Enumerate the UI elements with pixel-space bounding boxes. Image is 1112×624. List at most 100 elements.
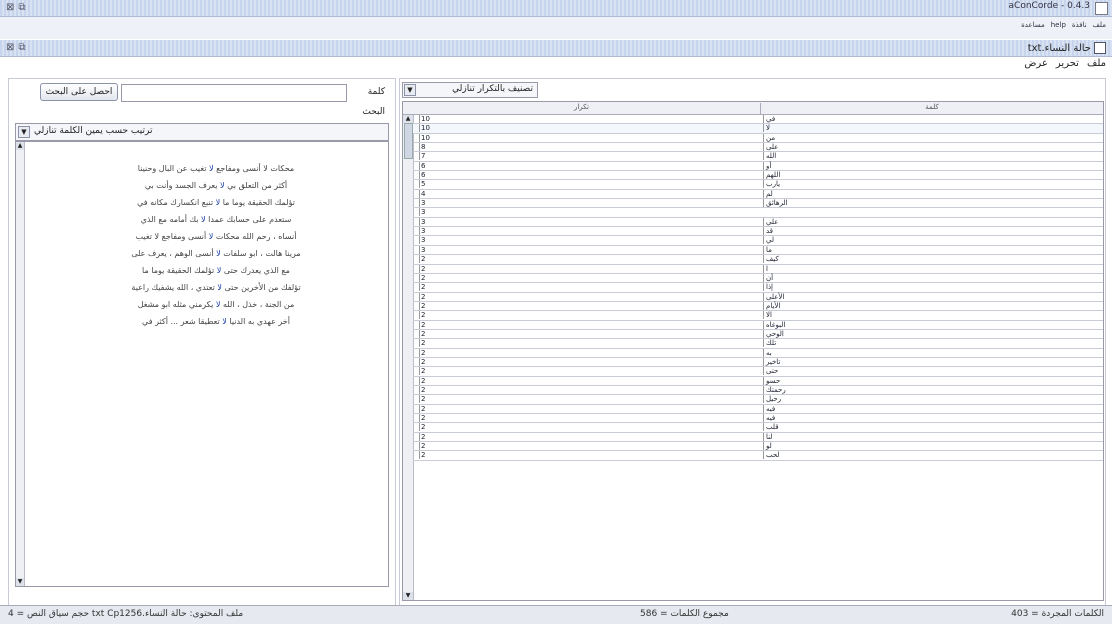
inner-window-checkbox[interactable] xyxy=(1094,42,1106,54)
table-row[interactable]: 2 الا xyxy=(413,311,1103,321)
kwic-left-context: أنسى ومفاجع لا تغيب xyxy=(135,232,207,241)
kwic-line[interactable]: ستعدم على حسابك عمدا لا بك أمامه مع الذي xyxy=(76,215,356,232)
table-row[interactable]: 2 فيه xyxy=(413,404,1103,414)
table-row[interactable]: 2 قلب xyxy=(413,423,1103,433)
table-row[interactable]: 10 في xyxy=(413,115,1103,125)
frequency-cell: 2 xyxy=(419,357,761,366)
table-row[interactable]: 2 الوحي xyxy=(413,329,1103,340)
table-row[interactable]: 2 البوغاه xyxy=(413,320,1103,330)
column-header-frequency[interactable]: تكرار xyxy=(403,103,761,114)
table-row[interactable]: 2 حتى xyxy=(413,367,1103,377)
kwic-left-context: تعطيقا شعر ... أكثر في xyxy=(142,317,220,326)
search-input[interactable] xyxy=(121,84,347,102)
table-row[interactable]: 5 يارب xyxy=(413,180,1103,190)
table-row[interactable]: 2 تاخير xyxy=(413,357,1103,368)
app-menubar: ملف نافذة help مساعدة xyxy=(0,17,1112,39)
table-row[interactable]: 6 أو xyxy=(413,161,1103,172)
table-row[interactable]: 3 قد xyxy=(413,227,1103,237)
table-row[interactable]: 7 الله xyxy=(413,152,1103,162)
frequency-cell: 2 xyxy=(419,367,761,376)
menu-help[interactable]: مساعدة xyxy=(1021,21,1045,29)
table-row[interactable]: 2 لحب xyxy=(413,451,1103,461)
table-row[interactable]: 2 أن xyxy=(413,273,1103,284)
menu-file[interactable]: ملف xyxy=(1093,21,1106,29)
scroll-down-icon[interactable]: ▼ xyxy=(16,578,24,586)
word-cell: الرهائق xyxy=(763,199,1096,208)
table-row[interactable]: 6 اللهم xyxy=(413,171,1103,181)
kwic-line[interactable]: محكات لا أنسى ومفاجع لا تغيب عن البال وح… xyxy=(76,164,356,181)
table-row[interactable]: 2 لنا xyxy=(413,432,1103,443)
chevron-down-icon[interactable]: ▼ xyxy=(18,126,30,138)
menu-help-en[interactable]: help xyxy=(1051,21,1066,29)
close-button[interactable] xyxy=(1095,2,1108,15)
word-cell: البوغاه xyxy=(763,320,1096,329)
frequency-cell: 4 xyxy=(419,189,761,198)
kwic-left-context: تؤلمك الحقيقة يوما ما xyxy=(142,266,215,275)
word-cell: ما xyxy=(763,245,1096,254)
frequency-cell: 7 xyxy=(419,152,761,161)
table-row[interactable]: 2 الأعلى xyxy=(413,292,1103,302)
table-row[interactable]: 2 رحيل xyxy=(413,395,1103,405)
kwic-line[interactable]: تؤلمك الحقيقة يوما ما لا تنبع انكسارك مك… xyxy=(76,198,356,215)
kwic-line[interactable]: أكثر من التعلق بي لا يعرف الجسد وأنت بي xyxy=(76,181,356,198)
kwic-keyword: لا xyxy=(208,164,214,173)
search-button[interactable]: احصل على البحث xyxy=(40,83,118,101)
kwic-right-context: محكات لا أنسى ومفاجع xyxy=(216,164,295,173)
table-row[interactable]: 2 رحمتك xyxy=(413,385,1103,396)
inner-restore-icon[interactable]: ⧉ xyxy=(18,42,25,53)
kwic-line[interactable]: مرينا هالت ، ابو سلفات لا أنسى الوهم ، ي… xyxy=(76,249,356,266)
table-row[interactable]: 3 xyxy=(413,208,1103,218)
kwic-line[interactable]: أخر عهدي به الدنيا لا تعطيقا شعر ... أكث… xyxy=(76,317,356,334)
table-row[interactable]: 2ا xyxy=(413,264,1103,274)
inner-menu-edit[interactable]: تحرير xyxy=(1056,58,1079,69)
table-row[interactable]: 10 من xyxy=(413,133,1103,144)
kwic-scrollbar[interactable]: ▲ ▼ xyxy=(16,142,25,586)
minimize-icon[interactable]: ⊠ xyxy=(6,2,14,13)
word-cell: كيف xyxy=(763,255,1096,264)
window-title: aConCorde - 0.4.3 xyxy=(1008,1,1090,11)
table-row[interactable]: 2 فيه xyxy=(413,414,1103,424)
table-row[interactable]: 10 لا xyxy=(413,124,1103,134)
kwic-line[interactable]: أنساه ، رحم الله محكات لا أنسى ومفاجع لا… xyxy=(76,232,356,249)
column-header-word[interactable]: كلمة xyxy=(761,103,1103,111)
scroll-up-icon[interactable]: ▲ xyxy=(403,115,413,123)
word-cell: حسو xyxy=(763,376,1096,385)
inner-menu-file[interactable]: ملف xyxy=(1087,58,1106,69)
scroll-up-icon[interactable]: ▲ xyxy=(16,142,24,150)
frequency-cell: 2 xyxy=(419,414,761,422)
table-row[interactable]: 2 الأيام xyxy=(413,301,1103,312)
inner-menu-view[interactable]: عرض xyxy=(1024,58,1048,69)
frequency-cell: 2 xyxy=(419,301,761,310)
table-row[interactable]: 2 تلك xyxy=(413,339,1103,349)
kwic-line[interactable]: مع الذي يعدرك حتى لا تؤلمك الحقيقة يوما … xyxy=(76,266,356,283)
kwic-line[interactable]: تؤلفك من الأخرين حتى لا تعتدي ، الله يشف… xyxy=(76,283,356,300)
word-cell: ا xyxy=(763,264,1096,273)
table-row[interactable]: 3 لي xyxy=(413,236,1103,246)
table-row[interactable]: 2 إذا xyxy=(413,283,1103,293)
table-row[interactable]: 2 كيف xyxy=(413,255,1103,265)
scroll-thumb[interactable] xyxy=(404,123,413,159)
frequency-cell: 2 xyxy=(419,273,761,282)
chevron-down-icon[interactable]: ▼ xyxy=(404,84,416,96)
word-cell: الله xyxy=(763,152,1096,161)
table-row[interactable]: 3 علي xyxy=(413,217,1103,228)
table-row[interactable]: 2 به xyxy=(413,348,1103,358)
table-row[interactable]: 3 الرهائق xyxy=(413,199,1103,209)
word-cell: إذا xyxy=(763,283,1096,292)
kwic-sort-dropdown[interactable]: ▼ ترتيب حسب يمين الكلمة تنازلي xyxy=(15,123,389,141)
table-row[interactable]: 2 لو xyxy=(413,442,1103,452)
table-row[interactable]: 8 على xyxy=(413,143,1103,153)
kwic-keyword: لا xyxy=(215,198,221,207)
inner-minimize-icon[interactable]: ⊠ xyxy=(6,42,14,53)
restore-icon[interactable]: ⧉ xyxy=(18,2,25,13)
kwic-line[interactable]: من الجنة ، خذل ، الله لا يكرمني مثله ابو… xyxy=(76,300,356,317)
table-row[interactable]: 3 ما xyxy=(413,245,1103,256)
scroll-down-icon[interactable]: ▼ xyxy=(403,592,413,600)
kwic-right-context: من الجنة ، خذل ، الله xyxy=(222,300,295,309)
kwic-left-context: تنبع انكسارك مكانه في xyxy=(137,198,214,207)
table-row[interactable]: 2 حسو xyxy=(413,376,1103,386)
frequency-sort-dropdown[interactable]: ▼ تصنيف بالتكرار تنازلي xyxy=(402,82,538,98)
frequency-cell: 2 xyxy=(419,311,761,320)
table-row[interactable]: 4 لم xyxy=(413,189,1103,200)
menu-window[interactable]: نافذة xyxy=(1072,21,1087,29)
